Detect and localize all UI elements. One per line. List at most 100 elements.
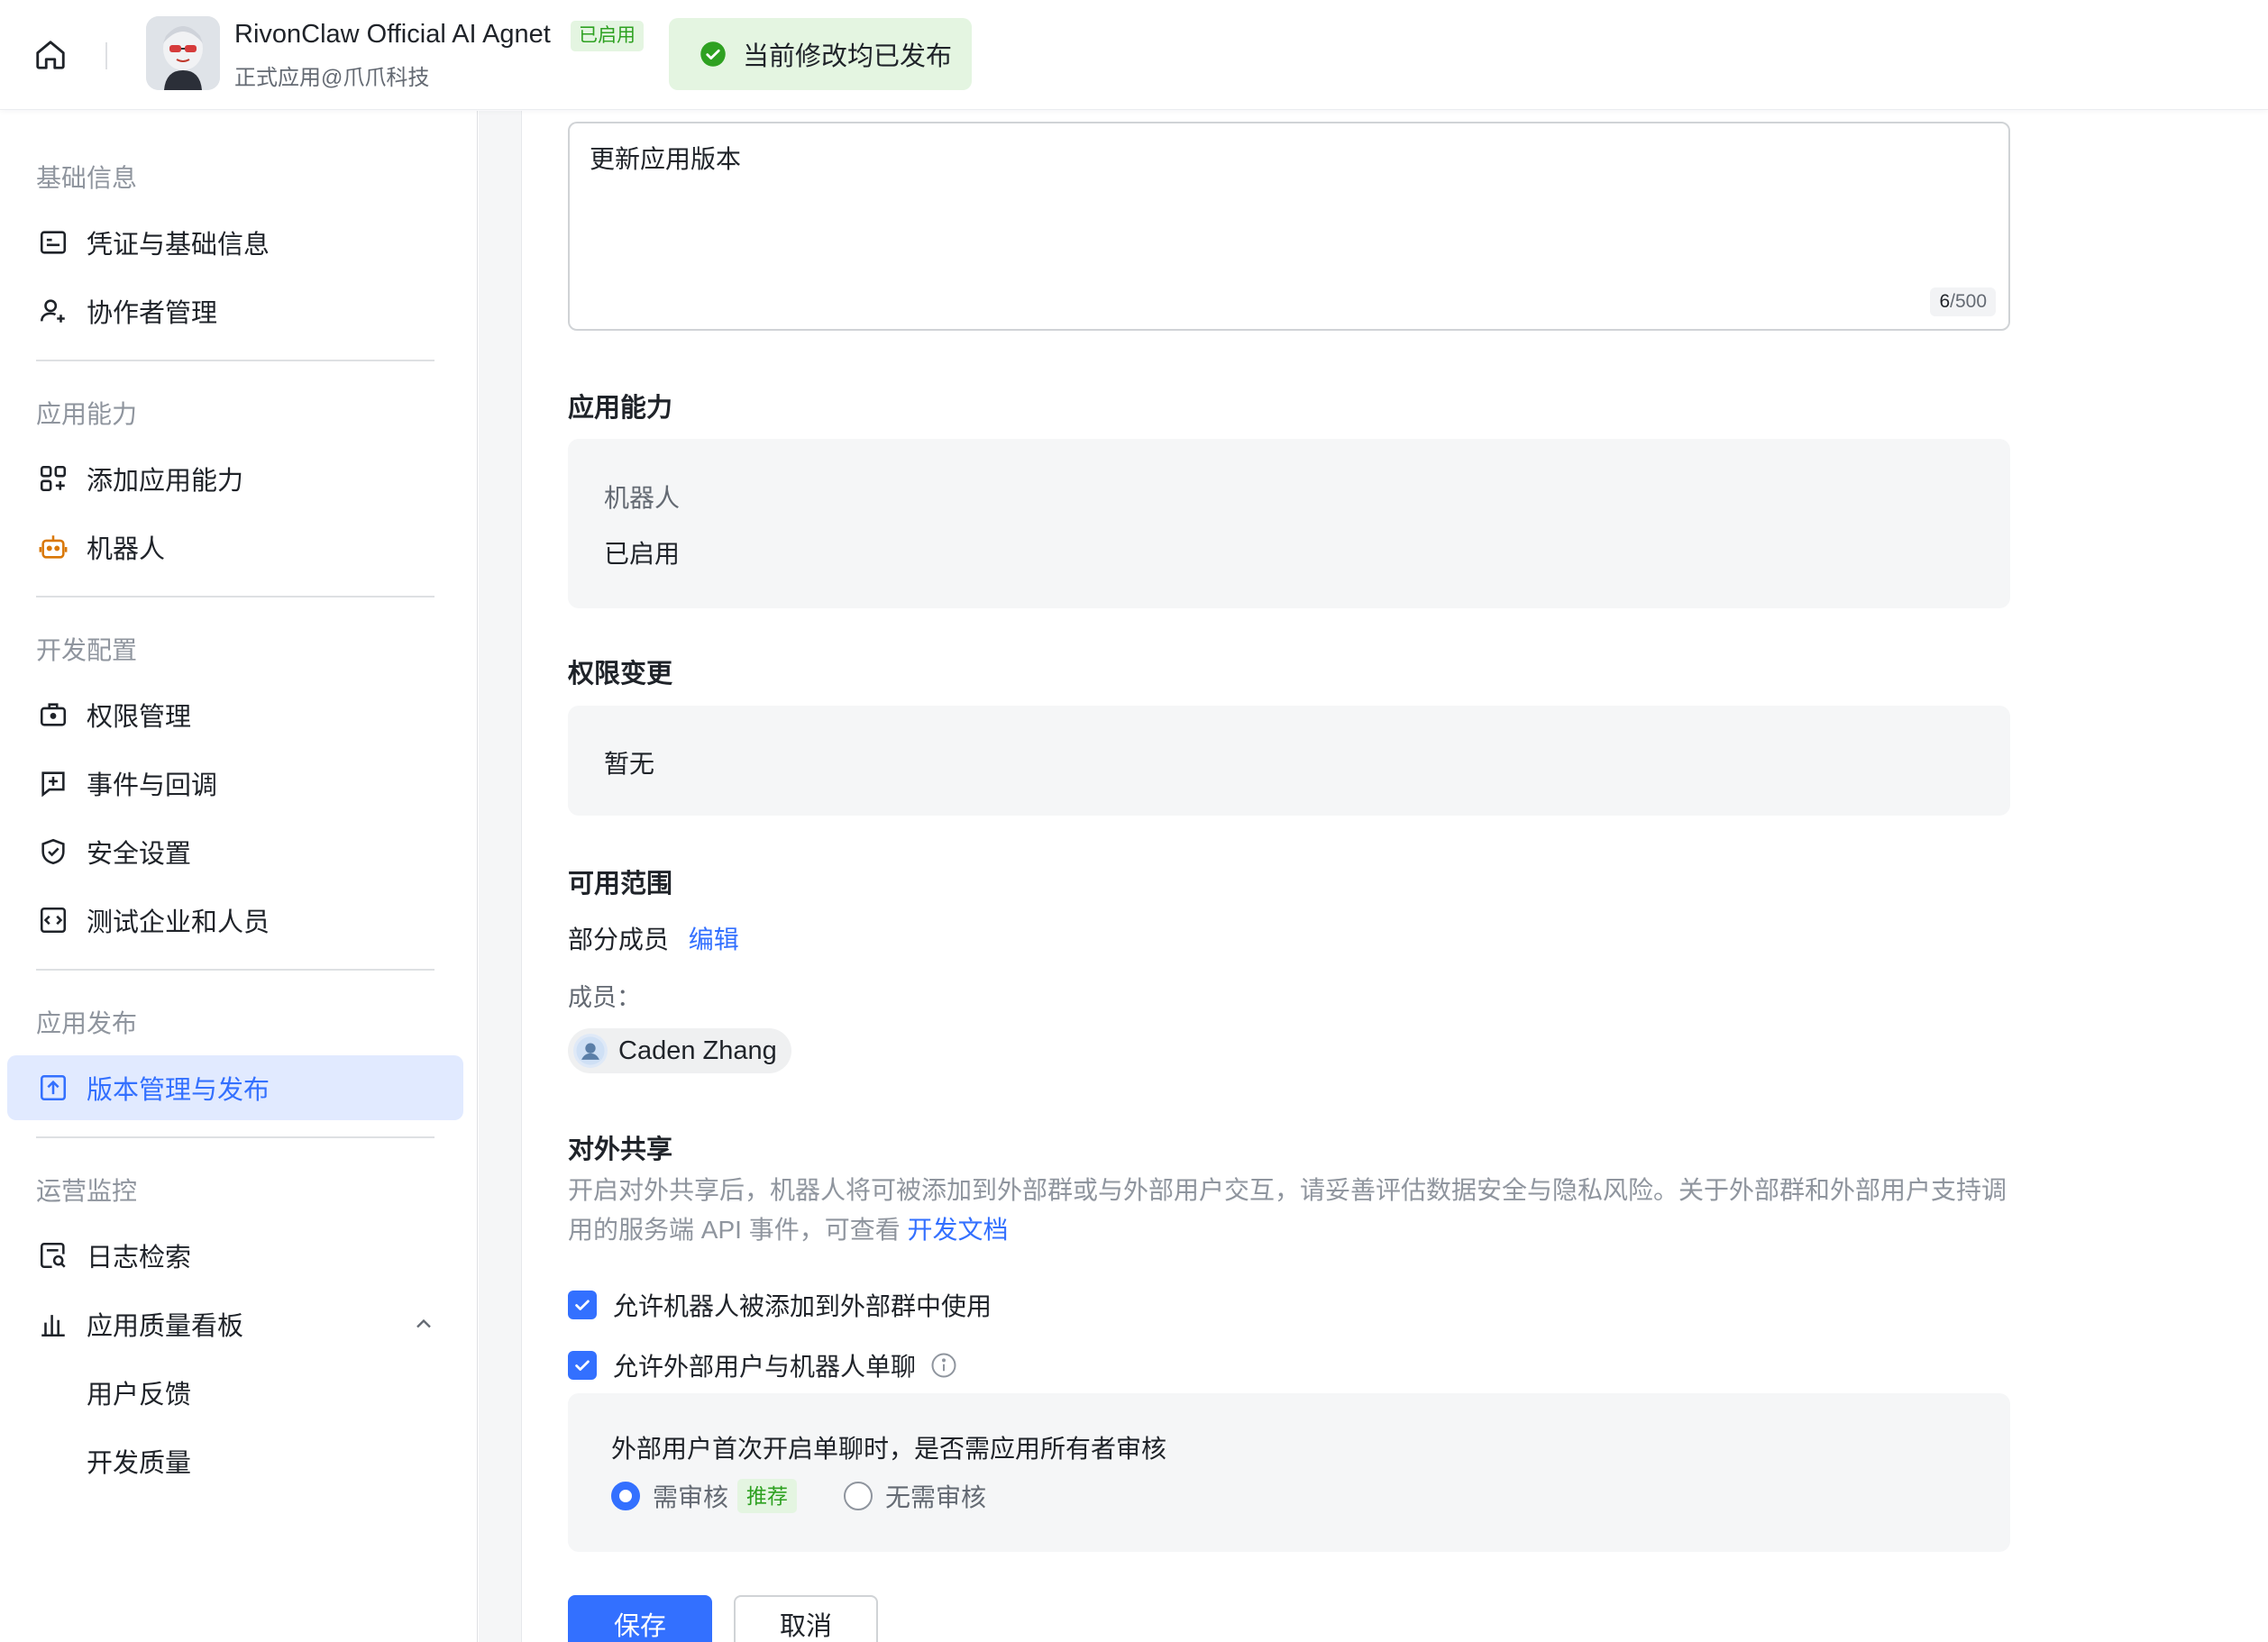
- success-check-icon: [700, 41, 726, 67]
- capabilities-card: 机器人 已启用: [568, 439, 2010, 608]
- sidebar-item-permissions[interactable]: 权限管理: [7, 682, 463, 747]
- char-count-current: 6: [1939, 291, 1951, 312]
- checkbox-checked-icon[interactable]: [568, 1291, 597, 1319]
- sidebar-item-label: 事件与回调: [87, 771, 218, 800]
- status-badge: 已启用: [571, 21, 644, 51]
- capability-name: 机器人: [604, 484, 681, 512]
- chevron-up-icon[interactable]: [411, 1311, 436, 1336]
- update-notes-text[interactable]: 更新应用版本: [590, 140, 741, 176]
- sidebar-item-robot[interactable]: 机器人: [7, 515, 463, 579]
- sidebar-divider: [36, 1136, 434, 1138]
- capabilities-title: 应用能力: [568, 394, 673, 423]
- toast-message: 当前修改均已发布: [743, 42, 953, 71]
- briefcase-lock-icon: [36, 698, 70, 732]
- sidebar-item-label: 机器人: [87, 535, 166, 564]
- radio-unselected-icon[interactable]: [844, 1482, 873, 1510]
- permissions-value: 暂无: [604, 750, 655, 778]
- member-name: Caden Zhang: [618, 1035, 777, 1065]
- code-box-icon: [36, 903, 70, 937]
- id-card-icon: [36, 225, 70, 260]
- allow-external-chat-checkbox[interactable]: 允许外部用户与机器人单聊: [568, 1347, 957, 1383]
- publish-toast: 当前修改均已发布: [669, 18, 972, 90]
- scope-row: 部分成员 编辑: [568, 920, 739, 956]
- sidebar-divider: [36, 360, 434, 361]
- upload-box-icon: [36, 1071, 70, 1105]
- cancel-button[interactable]: 取消: [734, 1595, 878, 1642]
- sidebar-item-security[interactable]: 安全设置: [7, 819, 463, 884]
- sidebar-item-log-search[interactable]: 日志检索: [7, 1223, 463, 1288]
- sidebar-item-collaborators[interactable]: 协作者管理: [7, 278, 463, 343]
- scope-value: 部分成员: [568, 926, 670, 953]
- allow-external-group-checkbox[interactable]: 允许机器人被添加到外部群中使用: [568, 1287, 992, 1323]
- scope-edit-link[interactable]: 编辑: [689, 926, 739, 953]
- sidebar-group-release: 应用发布: [36, 1009, 138, 1037]
- update-notes-textarea[interactable]: 更新应用版本 6/500: [568, 122, 2010, 331]
- permissions-card: 暂无: [568, 706, 2010, 816]
- char-count-max: /500: [1950, 291, 1987, 312]
- user-add-icon: [36, 294, 70, 328]
- capability-status: 已启用: [604, 540, 681, 568]
- sharing-title: 对外共享: [568, 1136, 673, 1164]
- header-divider: [105, 42, 107, 69]
- sidebar-item-label: 日志检索: [87, 1244, 192, 1273]
- sidebar-item-label: 协作者管理: [87, 299, 218, 328]
- checkbox-checked-icon[interactable]: [568, 1351, 597, 1380]
- member-chip[interactable]: Caden Zhang: [568, 1028, 791, 1073]
- sidebar-group-monitoring: 运营监控: [36, 1177, 138, 1205]
- sharing-description: 开启对外共享后，机器人将可被添加到外部群或与外部用户交互，请妥善评估数据安全与隐…: [568, 1171, 2010, 1250]
- sharing-description-text: 开启对外共享后，机器人将可被添加到外部群或与外部用户交互，请妥善评估数据安全与隐…: [568, 1176, 2007, 1244]
- avatar: [573, 1034, 608, 1068]
- review-question: 外部用户首次开启单聊时，是否需应用所有者审核: [611, 1435, 1167, 1463]
- radio-selected-icon[interactable]: [611, 1482, 640, 1510]
- robot-icon: [36, 530, 70, 564]
- sidebar-item-label: 测试企业和人员: [87, 908, 270, 937]
- radio-review-not-required[interactable]: 无需审核: [844, 1478, 986, 1514]
- radio-label: 需审核: [653, 1483, 729, 1511]
- sidebar-item-label: 安全设置: [87, 840, 192, 869]
- sidebar-item-label: 添加应用能力: [87, 467, 244, 496]
- shield-check-icon: [36, 835, 70, 869]
- app-subtitle: 正式应用@爪爪科技: [234, 66, 430, 90]
- app-title: RivonClaw Official AI Agnet: [234, 20, 551, 49]
- save-button[interactable]: 保存: [568, 1595, 712, 1642]
- bar-chart-icon: [36, 1307, 70, 1341]
- log-search-icon: [36, 1238, 70, 1273]
- char-counter: 6/500: [1930, 287, 1996, 316]
- info-icon[interactable]: [930, 1352, 957, 1379]
- sidebar-item-label: 权限管理: [87, 703, 192, 732]
- sidebar-group-basic: 基础信息: [36, 164, 138, 192]
- sidebar-item-quality-dashboard[interactable]: 应用质量看板: [7, 1291, 463, 1356]
- radio-review-required[interactable]: 需审核 推荐: [611, 1478, 798, 1514]
- sidebar-nav: 基础信息 凭证与基础信息 协作者管理 应用能力 添加应用能力 机器人 开发配置 …: [0, 111, 478, 1642]
- sidebar-subitem-dev-quality[interactable]: 开发质量: [7, 1428, 463, 1493]
- permissions-title: 权限变更: [568, 660, 673, 689]
- dev-docs-link[interactable]: 开发文档: [907, 1216, 1008, 1244]
- recommended-badge: 推荐: [737, 1479, 798, 1513]
- content-gutter: [479, 111, 522, 1642]
- sidebar-item-events[interactable]: 事件与回调: [7, 751, 463, 816]
- sidebar-item-label: 应用质量看板: [87, 1312, 244, 1341]
- checkbox-label: 允许外部用户与机器人单聊: [613, 1353, 917, 1381]
- sidebar-item-credentials[interactable]: 凭证与基础信息: [7, 210, 463, 275]
- checkbox-label: 允许机器人被添加到外部群中使用: [613, 1292, 992, 1320]
- apps-add-icon: [36, 461, 70, 496]
- review-card: 外部用户首次开启单聊时，是否需应用所有者审核 需审核 推荐 无需审核: [568, 1393, 2010, 1552]
- sidebar-group-dev-config: 开发配置: [36, 636, 138, 664]
- sidebar-item-label: 凭证与基础信息: [87, 231, 270, 260]
- sidebar-divider: [36, 969, 434, 971]
- sidebar-item-test-org[interactable]: 测试企业和人员: [7, 888, 463, 953]
- top-header: RivonClaw Official AI Agnet 已启用 正式应用@爪爪科…: [0, 0, 2268, 110]
- app-avatar: [146, 16, 220, 90]
- event-plus-icon: [36, 766, 70, 800]
- sidebar-subitem-feedback[interactable]: 用户反馈: [7, 1360, 463, 1425]
- sidebar-divider: [36, 596, 434, 598]
- sidebar-group-capabilities: 应用能力: [36, 400, 138, 428]
- radio-label: 无需审核: [885, 1483, 987, 1511]
- home-icon[interactable]: [27, 34, 74, 76]
- sidebar-item-add-capability[interactable]: 添加应用能力: [7, 446, 463, 511]
- sidebar-item-label: 版本管理与发布: [87, 1076, 270, 1105]
- release-form: 更新应用版本 6/500 应用能力 机器人 已启用 权限变更 暂无 可用范围 部…: [523, 111, 2268, 1642]
- sidebar-item-version-release[interactable]: 版本管理与发布: [7, 1055, 463, 1120]
- scope-title: 可用范围: [568, 870, 673, 899]
- members-label: 成员：: [568, 984, 641, 1011]
